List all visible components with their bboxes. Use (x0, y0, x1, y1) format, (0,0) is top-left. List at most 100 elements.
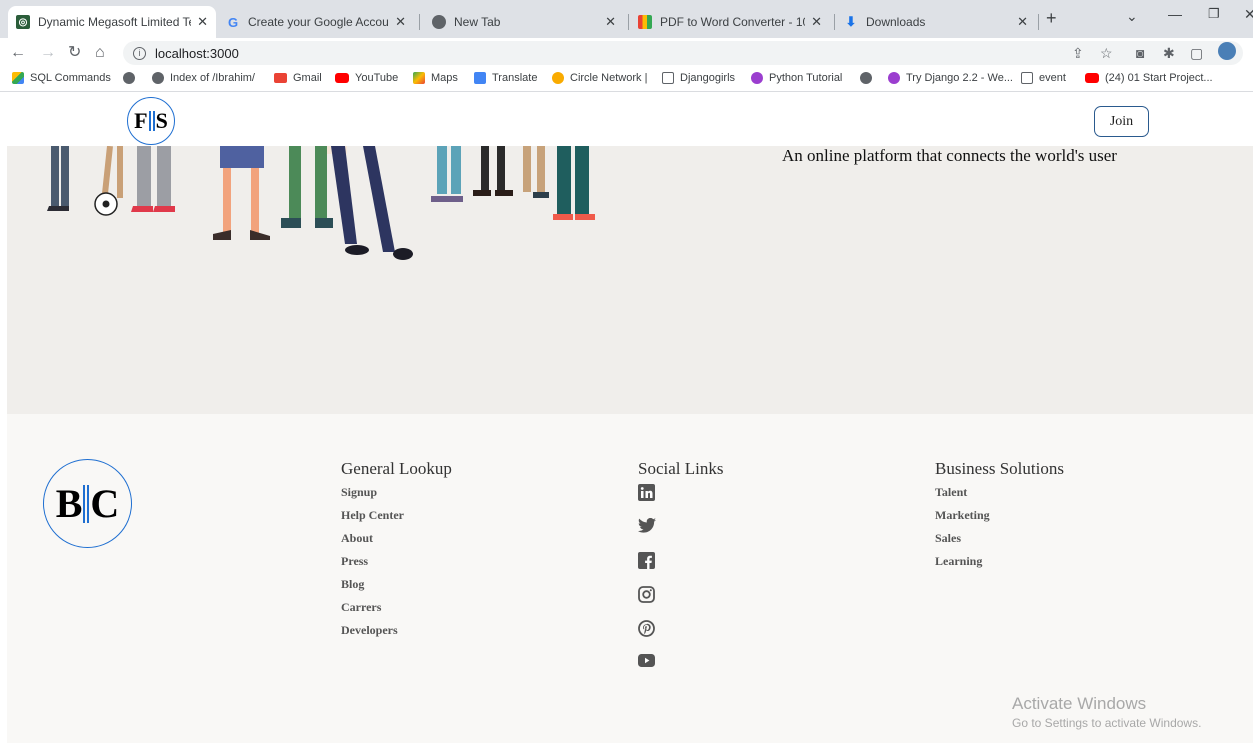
activate-windows-subtitle: Go to Settings to activate Windows. (1012, 716, 1202, 730)
tab-divider (419, 14, 420, 30)
footer-link-blog[interactable]: Blog (341, 576, 452, 599)
footer-link-about[interactable]: About (341, 530, 452, 553)
translate-icon (474, 72, 486, 84)
twitter-icon[interactable] (638, 517, 658, 552)
close-window-icon[interactable]: ✕ (1244, 6, 1253, 23)
back-icon[interactable]: ← (10, 43, 26, 63)
restore-icon[interactable]: ❐ (1208, 6, 1220, 22)
bookmark-maps[interactable]: Maps (413, 72, 458, 84)
logo-divider (87, 484, 90, 523)
general-lookup-column: General Lookup Signup Help Center About … (341, 459, 452, 645)
logo-divider (152, 111, 155, 131)
facebook-icon[interactable] (638, 552, 658, 586)
tab-divider (628, 14, 629, 30)
youtube-icon[interactable] (638, 654, 658, 688)
bookmark-globe-2[interactable] (860, 72, 878, 84)
maps-icon (413, 72, 425, 84)
bookmark-index-ibrahim[interactable]: Index of /Ibrahim/ (152, 72, 255, 84)
instagram-icon[interactable] (638, 586, 658, 620)
python-tutorial-icon (751, 72, 763, 84)
side-panel-icon[interactable]: ▢ (1190, 45, 1203, 62)
globe-icon (860, 72, 872, 84)
tab-downloads[interactable]: ⬇ Downloads ✕ (836, 6, 1036, 38)
extensions-icon[interactable]: ✱ (1163, 45, 1175, 62)
logo-letter-right: S (155, 108, 168, 133)
people-illustration (47, 146, 595, 260)
tab-title: Downloads (866, 15, 926, 29)
tab-pdf-converter[interactable]: PDF to Word Converter - 100% ✕ (630, 6, 830, 38)
logo-divider (148, 111, 151, 131)
activate-windows-title: Activate Windows (1012, 694, 1147, 713)
close-tab-icon[interactable]: ✕ (605, 14, 616, 30)
tab-title: New Tab (454, 15, 501, 29)
camera-icon[interactable]: ◙ (1136, 45, 1144, 61)
bookmark-globe[interactable] (123, 72, 141, 84)
tab-search-icon[interactable]: ⌄ (1126, 8, 1138, 25)
bookmark-sql-commands[interactable]: SQL Commands (12, 72, 111, 84)
share-icon[interactable]: ⇪ (1072, 45, 1084, 62)
tab-dynamic-megasoft[interactable]: ◎ Dynamic Megasoft Limited Tech ✕ (8, 6, 216, 38)
tab-title: Dynamic Megasoft Limited Tech (38, 15, 192, 29)
bookmark-circle-network[interactable]: Circle Network | (552, 72, 647, 84)
youtube-icon (1085, 73, 1099, 83)
site-footer: BC General Lookup Signup Help Center Abo… (7, 414, 1253, 743)
logo-letter-right: C (90, 481, 120, 526)
chrome-icon (432, 15, 446, 29)
close-tab-icon[interactable]: ✕ (395, 14, 406, 30)
logo-divider (83, 484, 86, 523)
tab-title: Create your Google Account (248, 15, 390, 29)
footer-link-carrers[interactable]: Carrers (341, 599, 452, 622)
circle-network-icon (552, 72, 564, 84)
join-button[interactable]: Join (1094, 106, 1149, 137)
bookmark-try-django[interactable]: Try Django 2.2 - We... (888, 72, 1013, 84)
bookmark-gmail[interactable]: Gmail (274, 72, 322, 84)
site-header: FS Join (7, 93, 1253, 146)
footer-link-sales[interactable]: Sales (935, 530, 1064, 553)
bookmark-translate[interactable]: Translate (474, 72, 537, 84)
close-tab-icon[interactable]: ✕ (1017, 14, 1028, 30)
bookmark-python-tutorial[interactable]: Python Tutorial (751, 72, 842, 84)
minimize-icon[interactable]: — (1168, 6, 1182, 22)
pdf-converter-icon (638, 15, 652, 29)
general-lookup-heading: General Lookup (341, 459, 452, 478)
close-tab-icon[interactable]: ✕ (197, 14, 208, 30)
footer-link-talent[interactable]: Talent (935, 484, 1064, 507)
tab-google-account[interactable]: G Create your Google Account ✕ (218, 6, 414, 38)
pinterest-icon[interactable] (638, 620, 658, 654)
download-icon: ⬇ (845, 14, 857, 29)
browser-toolbar: ← → ↻ ⌂ i localhost:3000 ⇪ ☆ ◙ ✱ ▢ (0, 38, 1253, 68)
profile-avatar[interactable] (1218, 42, 1236, 60)
hero-section: An online platform that connects the wor… (7, 146, 1253, 414)
bookmark-start-project[interactable]: (24) 01 Start Project... (1085, 72, 1213, 84)
tab-new-tab[interactable]: New Tab ✕ (424, 6, 624, 38)
bookmark-event[interactable]: event (1021, 72, 1066, 84)
footer-link-learning[interactable]: Learning (935, 553, 1064, 576)
reload-icon[interactable]: ↻ (68, 43, 81, 63)
footer-link-press[interactable]: Press (341, 553, 452, 576)
book-icon (662, 72, 674, 84)
social-links-heading: Social Links (638, 459, 724, 478)
globe-icon (152, 72, 164, 84)
logo-letter-left: B (55, 481, 83, 526)
url-text: localhost:3000 (155, 45, 239, 61)
new-tab-button[interactable]: + (1046, 8, 1057, 29)
bookmarks-bar: SQL Commands Index of /Ibrahim/ Gmail Yo… (0, 68, 1253, 92)
tab-strip: ◎ Dynamic Megasoft Limited Tech ✕ G Crea… (0, 0, 1253, 38)
footer-link-help-center[interactable]: Help Center (341, 507, 452, 530)
footer-link-marketing[interactable]: Marketing (935, 507, 1064, 530)
close-tab-icon[interactable]: ✕ (811, 14, 822, 30)
footer-link-developers[interactable]: Developers (341, 622, 452, 645)
tab-title: PDF to Word Converter - 100% (660, 15, 805, 29)
linkedin-icon[interactable] (638, 484, 658, 518)
social-links-column: Social Links (638, 459, 723, 688)
page-viewport: An online platform that connects the wor… (7, 93, 1253, 743)
bookmark-star-icon[interactable]: ☆ (1100, 45, 1113, 62)
bookmark-youtube[interactable]: YouTube (335, 72, 398, 84)
forward-icon[interactable]: → (40, 43, 56, 63)
bookmark-djangogirls[interactable]: Djangogirls (662, 72, 735, 84)
bc-logo[interactable]: BC (43, 459, 132, 548)
footer-link-signup[interactable]: Signup (341, 484, 452, 507)
home-icon[interactable]: ⌂ (95, 43, 105, 63)
site-info-icon[interactable]: i (133, 46, 146, 60)
fs-logo[interactable]: FS (127, 97, 175, 145)
